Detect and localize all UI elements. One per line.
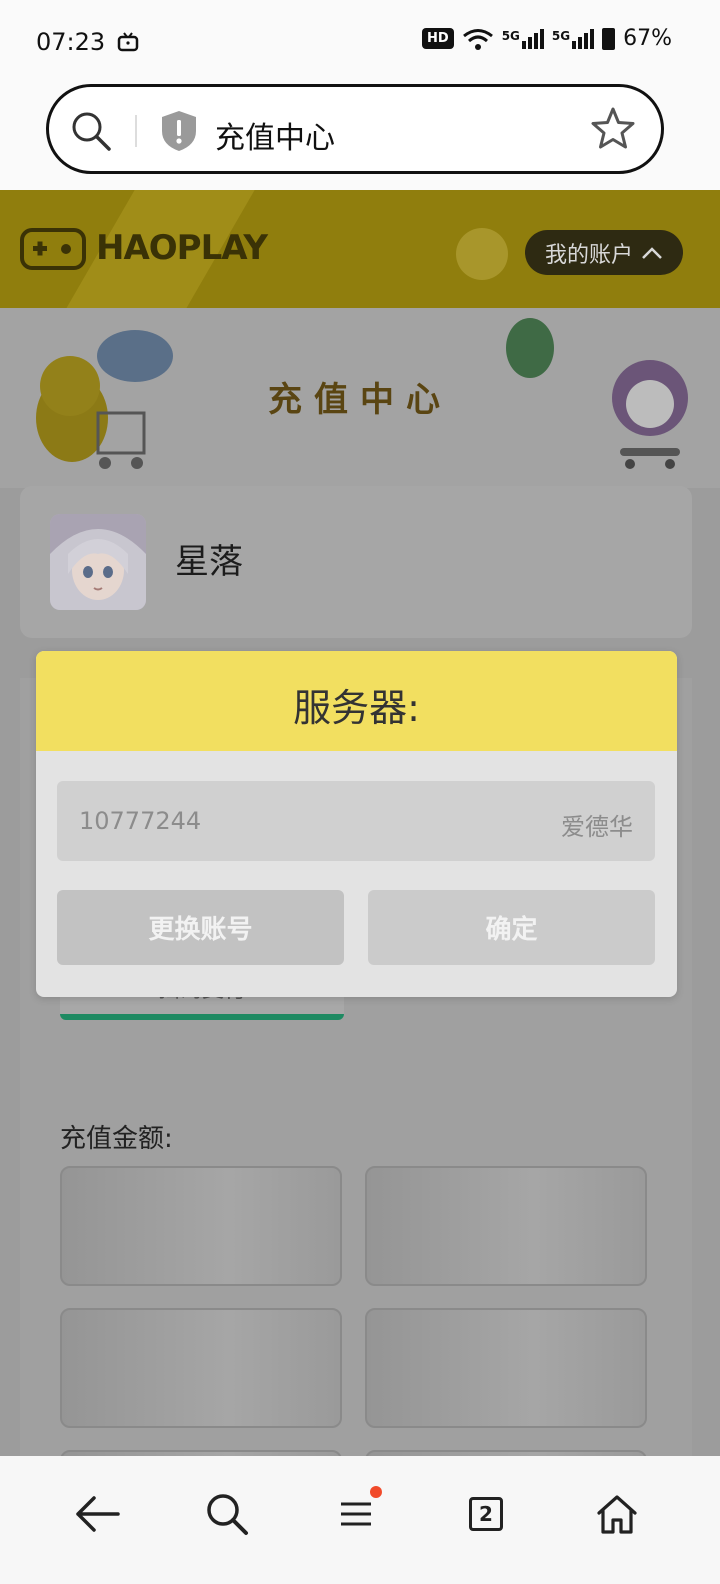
site-header: HAOPLAY 我的账户 — [0, 190, 720, 308]
username: 星落 — [175, 542, 243, 582]
browser-bottom-nav: 2 — [0, 1456, 720, 1584]
my-account-label: 我的账户 — [544, 242, 633, 268]
server-dialog-header: 服务器: — [36, 651, 677, 751]
amount-label: 充值金额: — [60, 1124, 173, 1154]
status-bar: 07:23 HD 5G 5G 67% — [0, 0, 720, 80]
site-logo-text: HAOPLAY — [96, 228, 268, 268]
server-id: 10777244 — [79, 807, 202, 835]
status-time: 07:23 — [36, 28, 106, 56]
search-button[interactable] — [197, 1484, 257, 1544]
amount-option[interactable] — [60, 1166, 342, 1286]
tabs-button[interactable]: 2 — [456, 1484, 516, 1544]
hd-icon: HD — [422, 28, 454, 49]
my-account-button[interactable]: 我的账户 — [525, 230, 683, 275]
decorative-circle — [456, 228, 508, 280]
server-character-name: 爱德华 — [561, 813, 633, 841]
server-info-field: 10777244 爱德华 — [57, 781, 655, 861]
browser-toolbar: 充值中心 — [0, 80, 720, 190]
server-dialog-title: 服务器: — [293, 686, 420, 730]
tab-count: 2 — [469, 1497, 503, 1531]
user-avatar — [50, 514, 146, 610]
notification-dot — [370, 1486, 382, 1498]
amount-option[interactable] — [60, 1308, 342, 1428]
gamepad-logo-icon — [20, 228, 86, 270]
back-button[interactable] — [67, 1484, 127, 1544]
home-icon — [597, 1495, 637, 1534]
address-bar[interactable]: 充值中心 — [46, 84, 664, 174]
search-icon[interactable] — [69, 109, 113, 153]
search-icon — [207, 1494, 248, 1535]
signal-5g-icon-2: 5G — [552, 28, 595, 49]
tv-app-icon — [117, 32, 139, 52]
banner-mascots-right-illustration — [506, 318, 688, 469]
star-bookmark-icon[interactable] — [589, 105, 637, 153]
signal-5g-icon-1: 5G — [502, 28, 544, 49]
battery-percent: 67% — [623, 26, 672, 51]
confirm-button[interactable]: 确定 — [368, 890, 655, 965]
user-card: 星落 — [20, 486, 692, 638]
battery-icon — [602, 27, 616, 50]
divider — [135, 115, 137, 147]
status-icons: HD 5G 5G 67% — [422, 26, 672, 51]
address-bar-title: 充值中心 — [215, 121, 335, 156]
banner: 充值中心 — [0, 308, 720, 488]
server-dialog: 服务器: 10777244 爱德华 更换账号 确定 — [36, 651, 677, 997]
arrow-left-icon — [76, 1496, 120, 1532]
wifi-icon — [462, 28, 493, 50]
chevron-up-icon — [642, 246, 662, 259]
home-button[interactable] — [587, 1484, 647, 1544]
menu-button[interactable] — [326, 1484, 386, 1544]
menu-icon — [341, 1502, 371, 1526]
shield-warning-icon[interactable] — [159, 109, 199, 153]
switch-account-button[interactable]: 更换账号 — [57, 890, 344, 965]
amount-option[interactable] — [365, 1308, 647, 1428]
amount-option[interactable] — [365, 1166, 647, 1286]
